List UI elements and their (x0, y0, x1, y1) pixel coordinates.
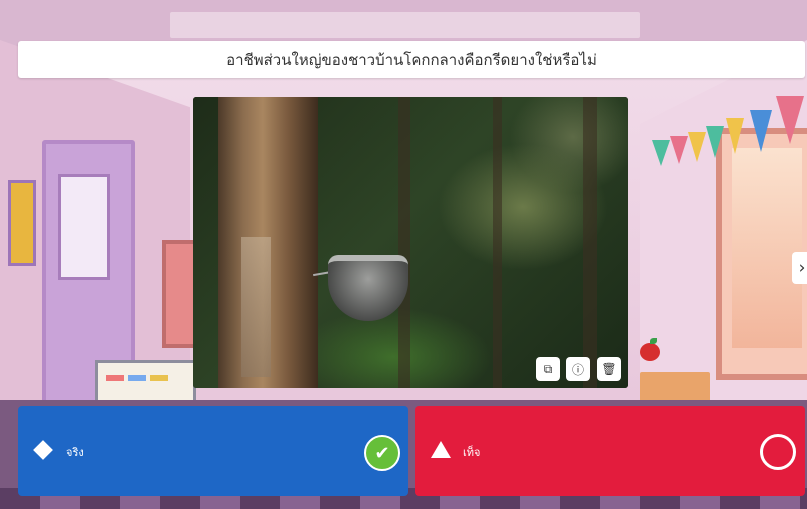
crop-icon[interactable]: ⧉ (536, 357, 560, 381)
answer-false-label: เท็จ (463, 446, 481, 459)
window-glass (732, 148, 802, 348)
correct-check-icon: ✔ (364, 435, 400, 471)
diamond-icon (33, 440, 53, 460)
tapping-cut (241, 237, 271, 377)
triangle-icon (431, 441, 451, 458)
apple-leaf (650, 338, 657, 344)
bunting-flag (652, 140, 670, 166)
unselected-circle-icon (760, 434, 796, 470)
book (106, 375, 124, 381)
door-window (58, 174, 110, 280)
apple-icon (640, 343, 660, 361)
answer-false-button[interactable]: เท็จ (415, 406, 805, 496)
background-tree (583, 97, 597, 388)
question-text: อาชีพส่วนใหญ่ของชาวบ้านโคกกลางคือกรีดยาง… (226, 50, 597, 69)
background-tree (398, 97, 410, 388)
book (128, 375, 146, 381)
answer-true-button[interactable]: จริง ✔ (18, 406, 408, 496)
next-arrow-button[interactable]: › (792, 252, 807, 284)
book (150, 375, 168, 381)
trash-icon[interactable]: 🗑 (597, 357, 621, 381)
question-title: อาชีพส่วนใหญ่ของชาวบ้านโคกกลางคือกรีดยาง… (18, 41, 805, 78)
bunting-flag (706, 126, 724, 158)
info-icon[interactable]: ⓘ (566, 357, 590, 381)
bunting-flag (776, 96, 804, 144)
bunting-flag (670, 136, 688, 164)
wall-picture (8, 180, 36, 266)
question-image: ⧉ ⓘ 🗑 (193, 97, 628, 388)
ceiling-beam (170, 12, 640, 38)
answer-true-label: จริง (66, 446, 84, 459)
bunting-decoration (650, 90, 807, 170)
bunting-flag (750, 110, 772, 152)
bunting-flag (688, 132, 706, 162)
bunting-flag (726, 118, 744, 154)
background-tree (493, 97, 502, 388)
teacher-desk (640, 372, 710, 402)
